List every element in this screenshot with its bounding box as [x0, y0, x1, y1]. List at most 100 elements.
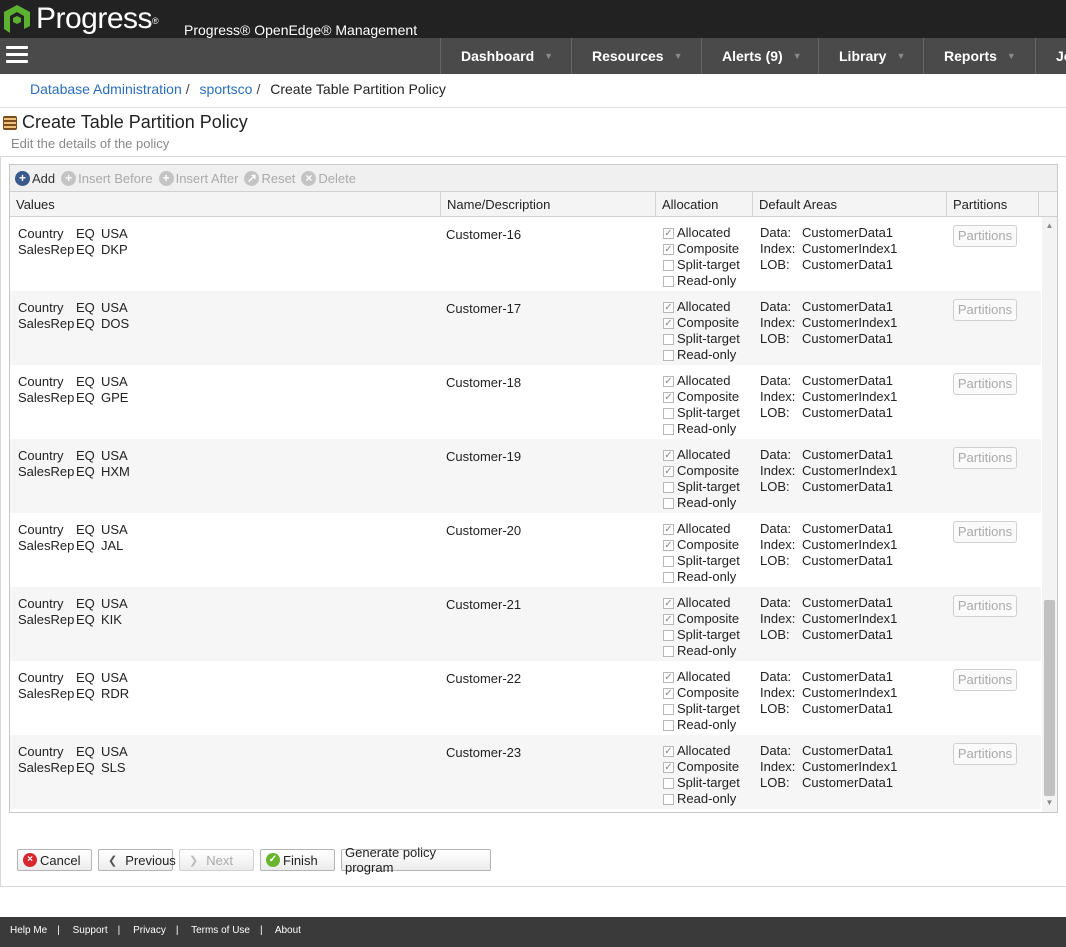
checkbox-allocated[interactable]: ✓ Allocated: [663, 299, 740, 315]
progress-logo[interactable]: Progress ®: [2, 2, 159, 36]
table-row[interactable]: Country EQ USA SalesRep EQ JAL Customer-20 ✓ All…: [10, 513, 1041, 587]
checkbox-box[interactable]: ✓: [663, 465, 674, 477]
checkbox-allocated[interactable]: ✓ Allocated: [663, 447, 740, 463]
nav-jobs[interactable]: Jo: [1035, 38, 1066, 74]
footer-help-link[interactable]: Help Me: [10, 925, 47, 936]
checkbox-box[interactable]: ✓: [663, 745, 674, 757]
scrollbar-thumb[interactable]: [1044, 600, 1055, 796]
checkbox-allocated[interactable]: ✓ Allocated: [663, 225, 740, 241]
insert-before-button[interactable]: + Insert Before: [61, 170, 153, 186]
checkbox-box[interactable]: [663, 571, 674, 583]
checkbox-split[interactable]: Split-target: [663, 331, 740, 347]
checkbox-split[interactable]: Split-target: [663, 701, 740, 717]
checkbox-box[interactable]: ✓: [663, 391, 674, 403]
column-header-allocation[interactable]: Allocation: [656, 192, 753, 217]
checkbox-split[interactable]: Split-target: [663, 553, 740, 569]
checkbox-box[interactable]: [663, 481, 674, 493]
table-row[interactable]: Country EQ USA SalesRep EQ KIK Customer-21 ✓ All…: [10, 587, 1041, 661]
checkbox-box[interactable]: ✓: [663, 687, 674, 699]
partition-name[interactable]: Customer-23: [446, 745, 521, 760]
column-header-default-areas[interactable]: Default Areas: [753, 192, 947, 217]
checkbox-composite[interactable]: ✓ Composite: [663, 537, 740, 553]
next-button[interactable]: ❯ Next: [179, 849, 254, 871]
checkbox-split[interactable]: Split-target: [663, 405, 740, 421]
scroll-up-icon[interactable]: ▲: [1042, 219, 1057, 233]
finish-button[interactable]: ✓ Finish: [260, 849, 335, 871]
checkbox-box[interactable]: ✓: [663, 539, 674, 551]
column-header-values[interactable]: Values: [10, 192, 441, 217]
partition-name[interactable]: Customer-18: [446, 375, 521, 390]
nav-dashboard[interactable]: Dashboard ▼: [440, 38, 571, 74]
partition-name[interactable]: Customer-21: [446, 597, 521, 612]
add-button[interactable]: + Add: [15, 170, 55, 186]
checkbox-composite[interactable]: ✓ Composite: [663, 611, 740, 627]
checkbox-box[interactable]: [663, 259, 674, 271]
partition-name[interactable]: Customer-17: [446, 301, 521, 316]
partition-name[interactable]: Customer-22: [446, 671, 521, 686]
checkbox-composite[interactable]: ✓ Composite: [663, 241, 740, 257]
generate-policy-program-button[interactable]: Generate policy program: [341, 845, 491, 875]
partitions-button[interactable]: Partitions: [953, 669, 1017, 691]
checkbox-box[interactable]: [663, 777, 674, 789]
checkbox-readonly[interactable]: Read-only: [663, 495, 740, 511]
checkbox-readonly[interactable]: Read-only: [663, 791, 740, 807]
checkbox-box[interactable]: ✓: [663, 243, 674, 255]
checkbox-box[interactable]: ✓: [663, 761, 674, 773]
partitions-button[interactable]: Partitions: [953, 743, 1017, 765]
checkbox-box[interactable]: ✓: [663, 613, 674, 625]
checkbox-box[interactable]: [663, 497, 674, 509]
checkbox-box[interactable]: [663, 645, 674, 657]
checkbox-readonly[interactable]: Read-only: [663, 569, 740, 585]
partition-name[interactable]: Customer-19: [446, 449, 521, 464]
partitions-button[interactable]: Partitions: [953, 225, 1017, 247]
checkbox-box[interactable]: ✓: [663, 375, 674, 387]
checkbox-box[interactable]: ✓: [663, 227, 674, 239]
checkbox-allocated[interactable]: ✓ Allocated: [663, 373, 740, 389]
checkbox-box[interactable]: ✓: [663, 317, 674, 329]
partitions-button[interactable]: Partitions: [953, 373, 1017, 395]
table-row[interactable]: Country EQ USA SalesRep EQ DOS Customer-17 ✓ All…: [10, 291, 1041, 365]
checkbox-split[interactable]: Split-target: [663, 627, 740, 643]
checkbox-composite[interactable]: ✓ Composite: [663, 315, 740, 331]
partitions-button[interactable]: Partitions: [953, 595, 1017, 617]
footer-support-link[interactable]: Support: [73, 925, 108, 936]
checkbox-composite[interactable]: ✓ Composite: [663, 685, 740, 701]
nav-library[interactable]: Library ▼: [818, 38, 923, 74]
checkbox-box[interactable]: [663, 333, 674, 345]
vertical-scrollbar[interactable]: ▲ ▼: [1042, 217, 1057, 812]
partitions-button[interactable]: Partitions: [953, 299, 1017, 321]
checkbox-readonly[interactable]: Read-only: [663, 717, 740, 733]
delete-button[interactable]: × Delete: [301, 170, 356, 186]
footer-privacy-link[interactable]: Privacy: [133, 925, 166, 936]
checkbox-split[interactable]: Split-target: [663, 775, 740, 791]
table-row[interactable]: Country EQ USA SalesRep EQ DKP Customer-16 ✓ All…: [10, 217, 1041, 291]
partition-name[interactable]: Customer-16: [446, 227, 521, 242]
checkbox-allocated[interactable]: ✓ Allocated: [663, 669, 740, 685]
checkbox-split[interactable]: Split-target: [663, 479, 740, 495]
nav-reports[interactable]: Reports ▼: [923, 38, 1035, 74]
table-row[interactable]: Country EQ USA SalesRep EQ SLS Customer-23 ✓ All…: [10, 735, 1041, 809]
checkbox-box[interactable]: [663, 407, 674, 419]
checkbox-split[interactable]: Split-target: [663, 257, 740, 273]
previous-button[interactable]: ❮ Previous: [98, 849, 176, 871]
table-row[interactable]: Country EQ USA SalesRep EQ RDR Customer-22 ✓ All…: [10, 661, 1041, 735]
checkbox-readonly[interactable]: Read-only: [663, 643, 740, 659]
checkbox-box[interactable]: [663, 719, 674, 731]
footer-terms-link[interactable]: Terms of Use: [191, 925, 250, 936]
checkbox-allocated[interactable]: ✓ Allocated: [663, 743, 740, 759]
checkbox-composite[interactable]: ✓ Composite: [663, 759, 740, 775]
checkbox-composite[interactable]: ✓ Composite: [663, 463, 740, 479]
checkbox-box[interactable]: [663, 555, 674, 567]
checkbox-box[interactable]: [663, 275, 674, 287]
checkbox-allocated[interactable]: ✓ Allocated: [663, 521, 740, 537]
checkbox-box[interactable]: [663, 703, 674, 715]
checkbox-box[interactable]: ✓: [663, 301, 674, 313]
checkbox-composite[interactable]: ✓ Composite: [663, 389, 740, 405]
checkbox-readonly[interactable]: Read-only: [663, 273, 740, 289]
insert-after-button[interactable]: + Insert After: [158, 170, 238, 186]
nav-resources[interactable]: Resources ▼: [571, 38, 701, 74]
reset-button[interactable]: ↗ Reset: [244, 170, 295, 186]
checkbox-box[interactable]: ✓: [663, 671, 674, 683]
checkbox-readonly[interactable]: Read-only: [663, 421, 740, 437]
checkbox-box[interactable]: [663, 793, 674, 805]
